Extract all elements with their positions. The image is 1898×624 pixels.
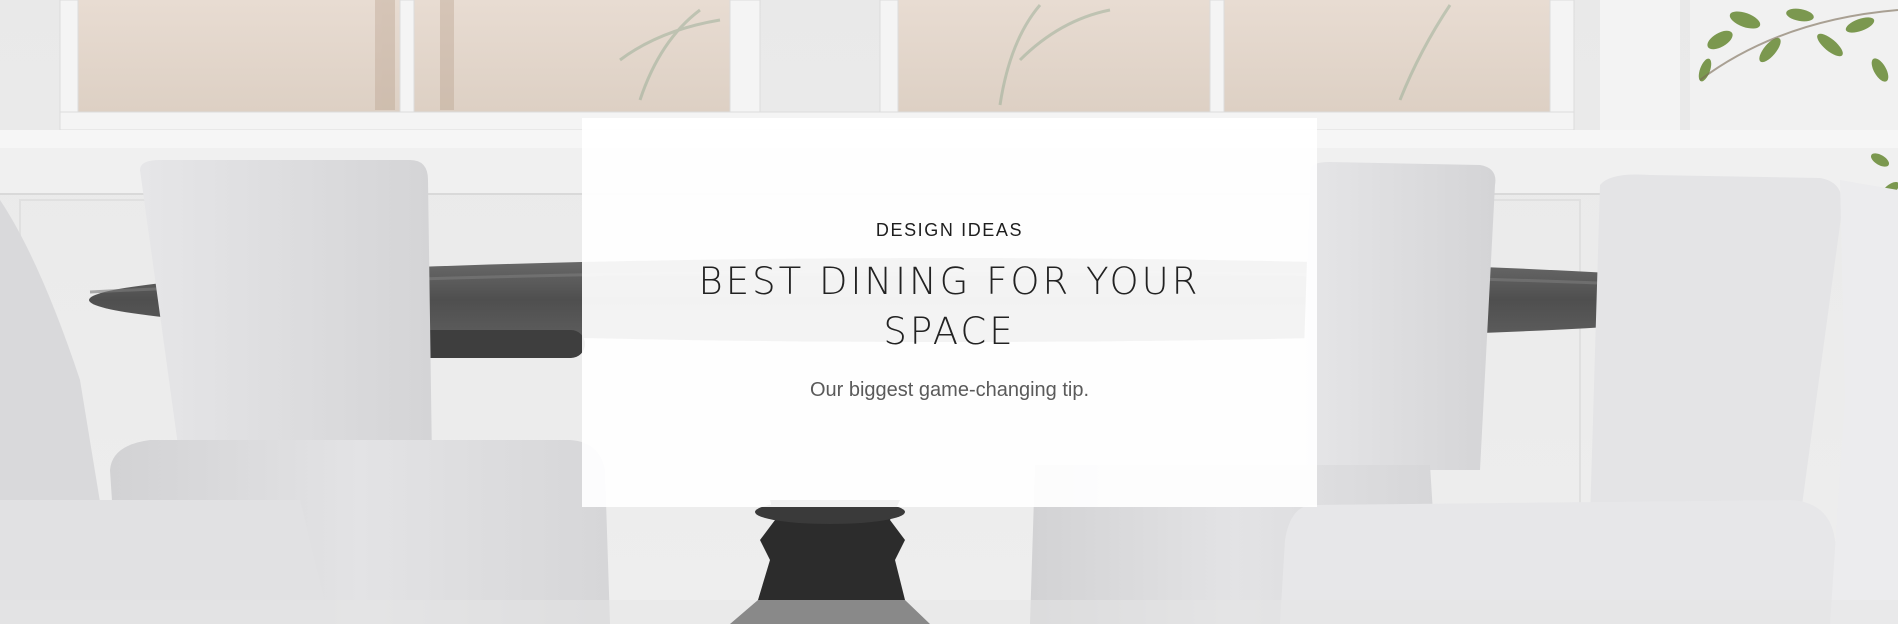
promo-card[interactable]: DESIGN IDEAS BEST DINING FOR YOUR SPACE … — [582, 118, 1317, 507]
hero-subtitle: Our biggest game-changing tip. — [809, 379, 1090, 401]
hero-banner[interactable]: DESIGN IDEAS BEST DINING FOR YOUR SPACE … — [0, 0, 1898, 624]
hero-headline: BEST DINING FOR YOUR SPACE — [698, 260, 1201, 353]
eyebrow-label: DESIGN IDEAS — [875, 220, 1024, 240]
